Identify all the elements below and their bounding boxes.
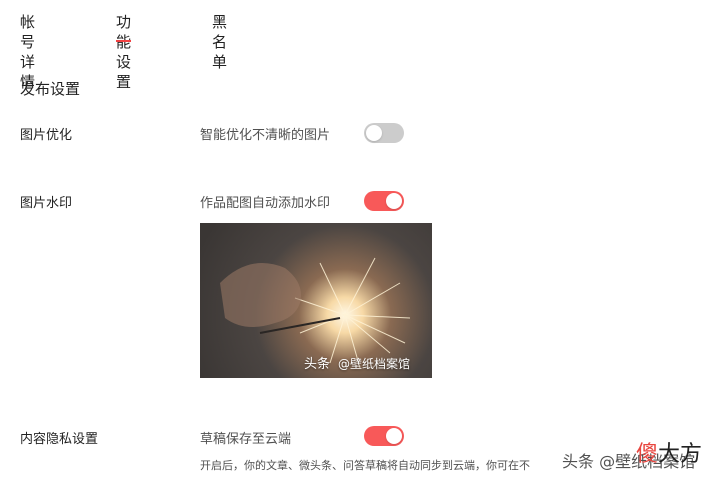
content-privacy-toggle[interactable] — [364, 426, 404, 446]
image-optimization-toggle[interactable] — [364, 123, 404, 143]
tab-feature-settings[interactable]: 功能设置 — [116, 12, 132, 92]
active-tab-underline — [116, 40, 132, 42]
tab-blacklist[interactable]: 黑名单 — [212, 12, 227, 72]
tab-label: 黑名单 — [212, 13, 228, 71]
content-privacy-label: 内容隐私设置 — [20, 432, 99, 447]
preview-watermark: 头条 @壁纸档案馆 — [304, 353, 410, 372]
toggle-knob — [386, 428, 402, 444]
section-title: 发布设置 — [20, 80, 81, 98]
image-watermark-description: 作品配图自动添加水印 — [200, 196, 331, 211]
image-optimization-description: 智能优化不清晰的图片 — [200, 128, 331, 143]
privacy-note: 开启后，你的文章、微头条、问答草稿将自动同步到云端，你可在不 — [200, 459, 530, 472]
preview-watermark-handle: @壁纸档案馆 — [338, 357, 411, 371]
image-watermark-label: 图片水印 — [20, 196, 73, 211]
content-privacy-description: 草稿保存至云端 — [200, 432, 292, 447]
brand-char: 傻 — [636, 442, 659, 467]
preview-watermark-app: 头条 — [304, 357, 331, 372]
brand-logo: 傻大方 — [636, 436, 702, 468]
toggle-knob — [366, 125, 382, 141]
settings-page: 帐号详情 功能设置 黑名单 发布设置 图片优化 智能优化不清晰的图片 图片水印 … — [0, 0, 726, 488]
toggle-knob — [386, 193, 402, 209]
image-optimization-label: 图片优化 — [20, 128, 73, 143]
brand-text: 大方 — [658, 442, 703, 467]
watermark-preview-image: 头条 @壁纸档案馆 — [200, 223, 432, 378]
tab-label: 功能设置 — [116, 13, 132, 91]
image-watermark-toggle[interactable] — [364, 191, 404, 211]
